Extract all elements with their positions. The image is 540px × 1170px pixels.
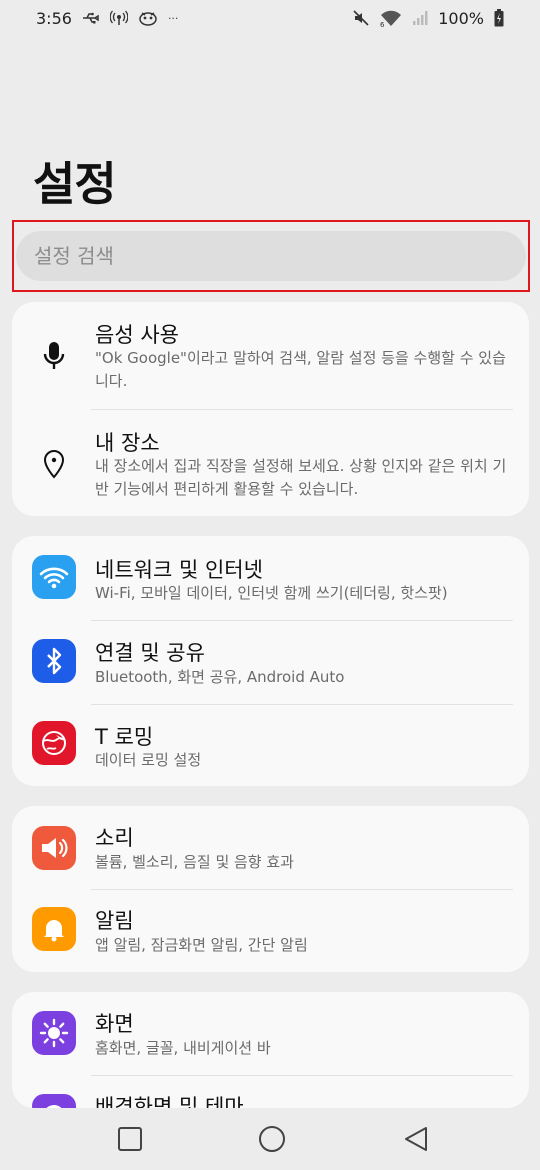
settings-item-subtitle: "Ok Google"이라고 말하여 검색, 알람 설정 등을 수행할 수 있습… <box>95 349 506 390</box>
settings-item-subtitle: 데이터 로밍 설정 <box>95 751 202 769</box>
settings-item-my-places[interactable]: 내 장소 내 장소에서 집과 직장을 설정해 보세요. 상황 인지와 같은 위치… <box>12 410 529 516</box>
settings-item-title: 음성 사용 <box>95 323 179 347</box>
signal-icon <box>412 10 428 26</box>
face-icon <box>138 10 158 26</box>
settings-item-subtitle: 홈화면, 글꼴, 내비게이션 바 <box>95 1039 271 1057</box>
status-overflow: ··· <box>167 11 179 25</box>
settings-item-title: 내 장소 <box>95 431 160 455</box>
settings-card-connectivity: 네트워크 및 인터넷 Wi-Fi, 모바일 데이터, 인터넷 함께 쓰기(테더링… <box>12 536 529 786</box>
svg-text:6: 6 <box>380 21 385 27</box>
settings-item-subtitle: Wi-Fi, 모바일 데이터, 인터넷 함께 쓰기(테더링, 핫스팟) <box>95 584 448 602</box>
settings-item-subtitle: Bluetooth, 화면 공유, Android Auto <box>95 668 345 686</box>
search-input[interactable] <box>34 244 526 268</box>
home-button[interactable] <box>257 1124 287 1154</box>
settings-item-voice[interactable]: 음성 사용 "Ok Google"이라고 말하여 검색, 알람 설정 등을 수행… <box>12 302 529 409</box>
battery-charging-icon <box>494 9 504 27</box>
t-roaming-icon <box>32 721 76 765</box>
mute-icon <box>352 9 370 27</box>
circle-icon <box>259 1126 285 1152</box>
speaker-icon <box>32 826 76 870</box>
settings-item-wallpaper-theme[interactable]: 배경화면 및 테마 <box>12 1076 529 1108</box>
location-pin-icon <box>32 442 76 486</box>
sun-icon <box>32 1011 76 1055</box>
back-triangle-icon <box>405 1127 427 1151</box>
settings-item-t-roaming[interactable]: T 로밍 데이터 로밍 설정 <box>12 705 529 786</box>
wifi-status-icon: 6 <box>380 9 402 27</box>
navigation-bar <box>0 1108 540 1170</box>
settings-item-title: 네트워크 및 인터넷 <box>95 558 263 582</box>
square-icon <box>118 1127 142 1151</box>
hotspot-icon <box>109 10 128 26</box>
settings-item-title: T 로밍 <box>95 725 154 749</box>
battery-percent: 100% <box>438 8 484 28</box>
settings-item-subtitle: 볼륨, 벨소리, 음질 및 음향 효과 <box>95 853 294 871</box>
settings-item-sound[interactable]: 소리 볼륨, 벨소리, 음질 및 음향 효과 <box>12 806 529 889</box>
settings-item-network[interactable]: 네트워크 및 인터넷 Wi-Fi, 모바일 데이터, 인터넷 함께 쓰기(테더링… <box>12 536 529 620</box>
settings-item-subtitle: 내 장소에서 집과 직장을 설정해 보세요. 상황 인지와 같은 위치 기반 기… <box>95 457 507 498</box>
status-right: 6 100% <box>352 9 504 28</box>
bell-icon <box>32 907 76 951</box>
settings-item-title: 배경화면 및 테마 <box>95 1095 244 1108</box>
settings-item-display[interactable]: 화면 홈화면, 글꼴, 내비게이션 바 <box>12 992 529 1075</box>
bluetooth-icon <box>32 639 76 683</box>
page-title: 설정 <box>33 157 117 211</box>
settings-card-display: 화면 홈화면, 글꼴, 내비게이션 바 배경화면 및 테마 <box>12 992 529 1108</box>
recent-apps-button[interactable] <box>115 1124 145 1154</box>
settings-card-assistant: 음성 사용 "Ok Google"이라고 말하여 검색, 알람 설정 등을 수행… <box>12 302 529 516</box>
settings-item-title: 화면 <box>95 1012 134 1036</box>
status-time: 3:56 <box>36 8 72 28</box>
back-button[interactable] <box>401 1124 431 1154</box>
wifi-icon <box>32 555 76 599</box>
settings-card-sound: 소리 볼륨, 벨소리, 음질 및 음향 효과 알림 앱 알림, 잠금화면 알림,… <box>12 806 529 972</box>
settings-item-title: 연결 및 공유 <box>95 641 205 665</box>
settings-item-title: 소리 <box>95 826 134 850</box>
settings-item-subtitle: 앱 알림, 잠금화면 알림, 간단 알림 <box>95 936 308 954</box>
palette-icon <box>32 1094 76 1108</box>
settings-item-notifications[interactable]: 알림 앱 알림, 잠금화면 알림, 간단 알림 <box>12 890 529 972</box>
usb-icon <box>82 12 100 24</box>
settings-item-title: 알림 <box>95 909 134 933</box>
status-bar: 3:56 ··· 6 100% <box>0 0 540 36</box>
settings-item-connection[interactable]: 연결 및 공유 Bluetooth, 화면 공유, Android Auto <box>12 621 529 704</box>
search-bar[interactable] <box>16 231 526 281</box>
status-left: 3:56 ··· <box>36 9 178 28</box>
microphone-icon <box>32 334 76 378</box>
